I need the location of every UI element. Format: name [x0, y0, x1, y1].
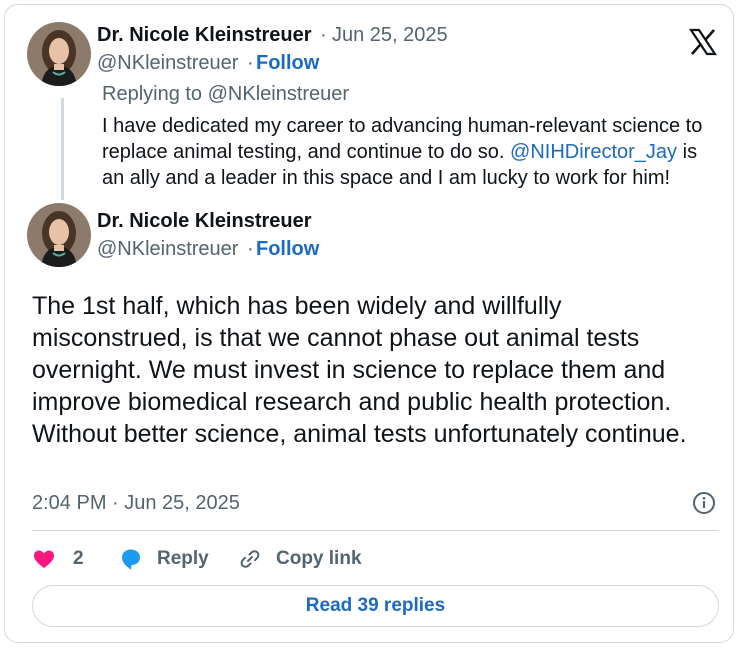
separator: ·	[247, 238, 254, 260]
replying-to-label: Replying to @NKleinstreuer	[102, 83, 350, 105]
mention-link[interactable]: @NIHDirector_Jay	[510, 141, 677, 163]
reply-button[interactable]: Reply	[118, 545, 209, 573]
info-icon[interactable]	[692, 491, 716, 515]
avatar[interactable]	[27, 203, 91, 267]
thread-connector-line	[61, 98, 64, 200]
avatar[interactable]	[27, 22, 91, 86]
main-tweet-text: The 1st half, which has been widely and …	[32, 292, 687, 448]
follow-button[interactable]: Follow	[256, 237, 319, 261]
author-name[interactable]: Dr. Nicole Kleinstreuer	[97, 23, 312, 47]
author-name[interactable]: Dr. Nicole Kleinstreuer	[97, 209, 312, 233]
read-replies-button[interactable]: Read 39 replies	[32, 585, 719, 627]
author-handle[interactable]: @NKleinstreuer	[97, 237, 238, 261]
follow-button[interactable]: Follow	[256, 51, 319, 75]
parent-tweet-text: I have dedicated my career to advancing …	[102, 113, 712, 191]
separator: ·	[247, 52, 254, 74]
author-handle[interactable]: @NKleinstreuer	[97, 51, 238, 75]
heart-icon	[32, 547, 56, 571]
copy-link-button[interactable]: Copy link	[238, 545, 362, 573]
tweet-timestamp[interactable]: 2:04 PM · Jun 25, 2025	[32, 491, 240, 515]
speech-bubble-icon	[118, 546, 144, 572]
separator: ·	[320, 24, 327, 46]
tweet-date[interactable]: Jun 25, 2025	[332, 23, 448, 47]
copy-link-label: Copy link	[276, 548, 362, 569]
embedded-tweet-card: Dr. Nicole Kleinstreuer · Jun 25, 2025 @…	[4, 4, 734, 643]
like-button[interactable]: 2	[32, 545, 84, 573]
x-logo-icon[interactable]	[688, 27, 718, 57]
divider	[32, 530, 719, 531]
like-count: 2	[73, 548, 84, 569]
link-icon	[238, 547, 262, 571]
reply-label: Reply	[157, 548, 209, 569]
